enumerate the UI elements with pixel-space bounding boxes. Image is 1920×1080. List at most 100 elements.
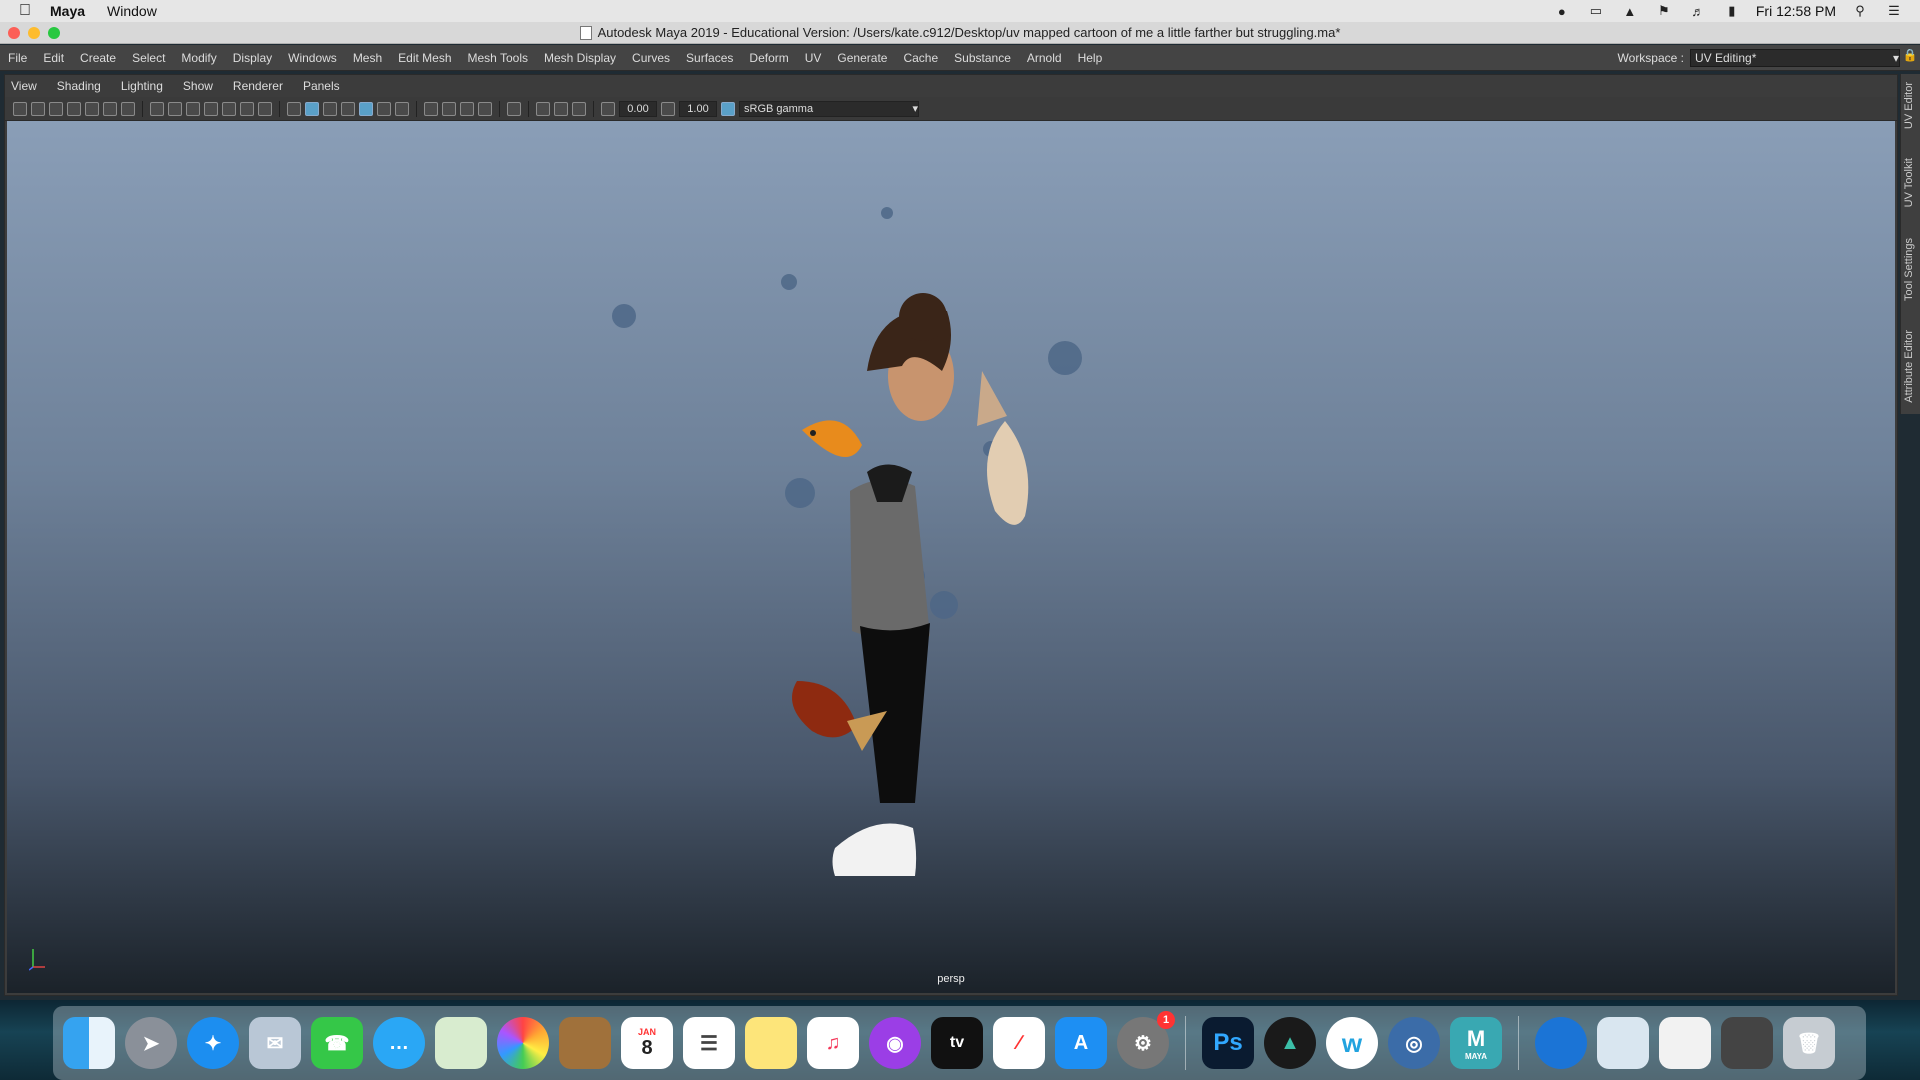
- facetime-icon[interactable]: ☎: [311, 1017, 363, 1069]
- photoshop-icon[interactable]: Ps: [1202, 1017, 1254, 1069]
- menu-mesh-tools[interactable]: Mesh Tools: [460, 51, 536, 65]
- gamma-field[interactable]: 1.00: [679, 100, 717, 117]
- menu-file[interactable]: File: [0, 51, 35, 65]
- menu-generate[interactable]: Generate: [829, 51, 895, 65]
- launchpad-icon[interactable]: ➤: [125, 1017, 177, 1069]
- menu-deform[interactable]: Deform: [741, 51, 796, 65]
- safe-title-icon[interactable]: [258, 101, 272, 116]
- downloads-folder-icon[interactable]: [1597, 1017, 1649, 1069]
- trash-icon[interactable]: 🗑: [1783, 1017, 1835, 1069]
- panel-menu-view[interactable]: View: [11, 79, 37, 93]
- menu-window[interactable]: Window: [107, 3, 157, 19]
- panel-menu-renderer[interactable]: Renderer: [233, 79, 283, 93]
- apple-icon[interactable]: : [0, 2, 50, 20]
- menu-mesh[interactable]: Mesh: [345, 51, 390, 65]
- menu-mesh-display[interactable]: Mesh Display: [536, 51, 624, 65]
- document-stack-icon[interactable]: [1659, 1017, 1711, 1069]
- apple-tv-icon[interactable]: tv: [931, 1017, 983, 1069]
- maya-icon[interactable]: M MAYA: [1450, 1017, 1502, 1069]
- battery-icon[interactable]: ▮: [1722, 3, 1742, 18]
- menu-substance[interactable]: Substance: [946, 51, 1019, 65]
- exposure-field[interactable]: 0.00: [619, 100, 657, 117]
- depth-of-field-icon[interactable]: [478, 101, 492, 116]
- panel-menu-shading[interactable]: Shading: [57, 79, 101, 93]
- panel-menu-show[interactable]: Show: [183, 79, 213, 93]
- podcasts-icon[interactable]: ◉: [869, 1017, 921, 1069]
- safe-action-icon[interactable]: [240, 101, 254, 116]
- lock-icon[interactable]: 🔒: [1900, 48, 1920, 68]
- panel-menu-lighting[interactable]: Lighting: [121, 79, 163, 93]
- reminders-icon[interactable]: ☰: [683, 1017, 735, 1069]
- clock[interactable]: Fri 12:58 PM: [1756, 3, 1836, 19]
- panel-menu-panels[interactable]: Panels: [303, 79, 340, 93]
- workspace-dropdown[interactable]: UV Editing* ▾: [1690, 49, 1900, 67]
- image-plane-icon[interactable]: [85, 101, 99, 116]
- grid-icon[interactable]: [150, 101, 164, 116]
- default-material-icon[interactable]: [323, 101, 337, 116]
- maya-files-stack-icon[interactable]: [1721, 1017, 1773, 1069]
- calendar-icon[interactable]: JAN 8: [621, 1017, 673, 1069]
- close-window-button[interactable]: [8, 27, 20, 39]
- airplay-icon[interactable]: ▭: [1586, 3, 1606, 18]
- menu-arnold[interactable]: Arnold: [1019, 51, 1070, 65]
- creative-cloud-icon[interactable]: ●: [1552, 4, 1572, 19]
- textured-icon[interactable]: [359, 101, 373, 116]
- isolate-select-icon[interactable]: [507, 101, 521, 116]
- safari-icon[interactable]: ✦: [187, 1017, 239, 1069]
- wifi-icon[interactable]: ▲: [1620, 4, 1640, 19]
- webex-icon[interactable]: w: [1326, 1017, 1378, 1069]
- smooth-shade-icon[interactable]: [305, 101, 319, 116]
- tab-attribute-editor[interactable]: Attribute Editor: [1903, 330, 1919, 403]
- color-management-icon[interactable]: [721, 101, 735, 116]
- news-icon[interactable]: ∕: [993, 1017, 1045, 1069]
- 3d-viewport[interactable]: persp: [7, 121, 1895, 993]
- notes-icon[interactable]: [745, 1017, 797, 1069]
- film-gate-icon[interactable]: [168, 101, 182, 116]
- minimize-window-button[interactable]: [28, 27, 40, 39]
- grease-pencil-icon[interactable]: [121, 101, 135, 116]
- contacts-icon[interactable]: [559, 1017, 611, 1069]
- mail-icon[interactable]: ✉: [249, 1017, 301, 1069]
- messages-icon[interactable]: …: [373, 1017, 425, 1069]
- volume-icon[interactable]: ♬: [1688, 4, 1708, 19]
- tab-tool-settings[interactable]: Tool Settings: [1903, 238, 1919, 301]
- menu-curves[interactable]: Curves: [624, 51, 678, 65]
- menu-create[interactable]: Create: [72, 51, 124, 65]
- wireframe-on-shaded-icon[interactable]: [341, 101, 355, 116]
- anti-aliasing-icon[interactable]: [460, 101, 474, 116]
- maximize-window-button[interactable]: [48, 27, 60, 39]
- xray-active-components-icon[interactable]: [572, 101, 586, 116]
- menu-select[interactable]: Select: [124, 51, 173, 65]
- music-icon[interactable]: ♫: [807, 1017, 859, 1069]
- menu-uv[interactable]: UV: [797, 51, 830, 65]
- exposure-icon[interactable]: [601, 101, 615, 116]
- flag-icon[interactable]: ⚑: [1654, 3, 1674, 18]
- view-transform-dropdown[interactable]: sRGB gamma ▾: [739, 100, 919, 117]
- finder-icon[interactable]: [63, 1017, 115, 1069]
- menu-edit-mesh[interactable]: Edit Mesh: [390, 51, 459, 65]
- gamma-icon[interactable]: [661, 101, 675, 116]
- shadows-icon[interactable]: [395, 101, 409, 116]
- lock-camera-icon[interactable]: [31, 101, 45, 116]
- tab-uv-editor[interactable]: UV Editor: [1903, 82, 1919, 129]
- menu-cache[interactable]: Cache: [895, 51, 946, 65]
- menu-help[interactable]: Help: [1070, 51, 1111, 65]
- field-chart-icon[interactable]: [222, 101, 236, 116]
- tab-uv-toolkit[interactable]: UV Toolkit: [1903, 158, 1919, 207]
- camera-attributes-icon[interactable]: [49, 101, 63, 116]
- gitkraken-icon[interactable]: ▲: [1264, 1017, 1316, 1069]
- xray-icon[interactable]: [536, 101, 550, 116]
- menu-display[interactable]: Display: [225, 51, 280, 65]
- network-utility-icon[interactable]: ◎: [1388, 1017, 1440, 1069]
- menu-windows[interactable]: Windows: [280, 51, 345, 65]
- app-menu-maya[interactable]: Maya: [50, 3, 85, 19]
- motion-blur-icon[interactable]: [442, 101, 456, 116]
- wireframe-icon[interactable]: [287, 101, 301, 116]
- use-all-lights-icon[interactable]: [377, 101, 391, 116]
- screen-space-ao-icon[interactable]: [424, 101, 438, 116]
- photos-icon[interactable]: [497, 1017, 549, 1069]
- resolution-gate-icon[interactable]: [186, 101, 200, 116]
- menu-edit[interactable]: Edit: [35, 51, 72, 65]
- xray-joints-icon[interactable]: [554, 101, 568, 116]
- spotlight-search-icon[interactable]: ⚲: [1850, 3, 1870, 18]
